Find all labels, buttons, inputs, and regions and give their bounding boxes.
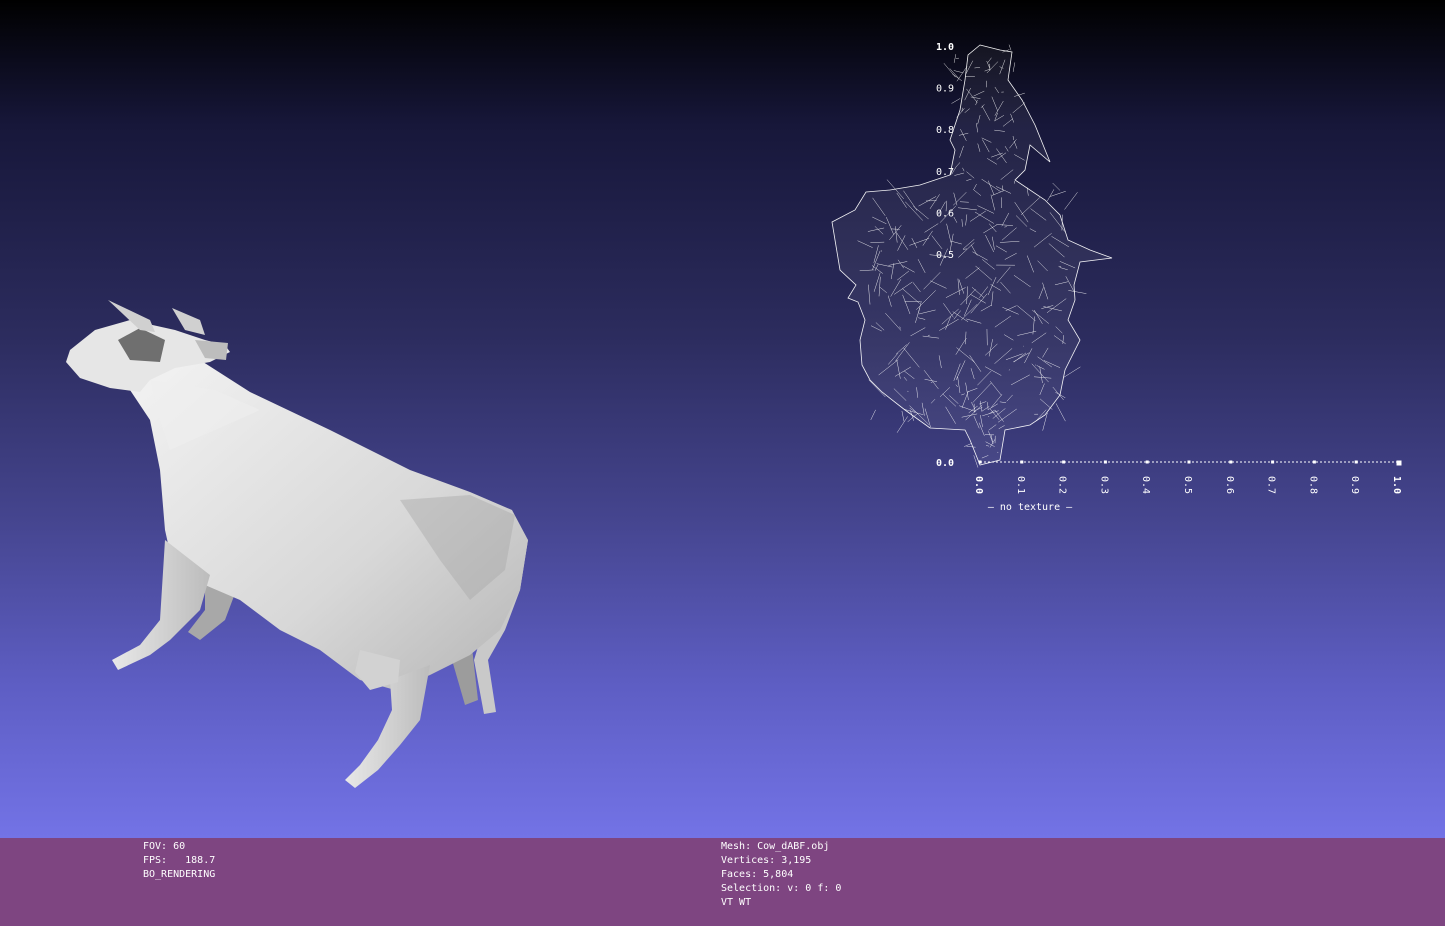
- fps-value: FPS: 188.7: [143, 855, 216, 866]
- vertex-count: Vertices: 3,195: [721, 855, 812, 866]
- 3d-viewport[interactable]: 0.0 0.1 0.2 0.3 0.4 0.5 0.6 0.7 0.8 0.9 1.0 1.0 0.9…: [0, 0, 1445, 838]
- selection-info: Selection: v: 0 f: 0: [721, 883, 842, 894]
- x-tick-mark: [1354, 460, 1358, 464]
- x-tick-label: 0.9: [1349, 476, 1360, 494]
- x-tick-label: 1.0: [1391, 476, 1402, 494]
- x-tick-label: 0.6: [1224, 476, 1235, 494]
- x-tick-label: 0.3: [1098, 476, 1109, 494]
- y-tick-label: 0.7: [936, 167, 954, 178]
- y-tick-label: 1.0: [936, 42, 954, 53]
- x-tick-mark: [978, 460, 982, 464]
- render-info-panel: FOV: 60 FPS: 188.7 BO_RENDERING: [143, 840, 215, 882]
- x-tick-mark: [1312, 460, 1316, 464]
- x-tick-mark: [1396, 460, 1402, 466]
- render-mode: BO_RENDERING: [143, 869, 216, 880]
- x-tick-label: 0.4: [1140, 476, 1151, 494]
- mesh-flags: VT WT: [721, 897, 752, 908]
- x-tick-label: 0.2: [1057, 476, 1068, 494]
- x-tick-mark: [1229, 460, 1233, 464]
- y-tick-label: 0.9: [936, 84, 954, 95]
- fov-value: FOV: 60: [143, 841, 186, 852]
- x-tick-label: 0.7: [1266, 476, 1277, 494]
- mesh-info-panel: Mesh: Cow_dABF.obj Vertices: 3,195 Faces…: [721, 840, 841, 910]
- x-tick-mark: [1145, 460, 1149, 464]
- mesh-name: Mesh: Cow_dABF.obj: [721, 841, 830, 852]
- y-tick-label: 0.6: [936, 208, 954, 219]
- x-tick-label: 0.8: [1307, 476, 1318, 494]
- x-tick-label: 0.1: [1015, 476, 1026, 494]
- x-tick-mark: [1020, 460, 1024, 464]
- uv-plot: 0.0 0.1 0.2 0.3 0.4 0.5 0.6 0.7 0.8 0.9 1.0 1.0 0.9…: [831, 42, 1402, 513]
- no-texture-label: — no texture —: [988, 502, 1073, 513]
- x-tick-mark: [1271, 460, 1275, 464]
- x-tick-label: 0.5: [1182, 476, 1193, 494]
- face-count: Faces: 5,804: [721, 869, 794, 880]
- y-tick-label: 0.5: [936, 250, 954, 261]
- uv-x-ticks: 0.0 0.1 0.2 0.3 0.4 0.5 0.6 0.7 0.8 0.9 1.0: [973, 460, 1402, 494]
- uv-wireframe-mesh: [831, 44, 1113, 466]
- y-tick-label: 0.8: [936, 125, 954, 136]
- y-tick-label: 0.0: [936, 458, 954, 469]
- x-tick-mark: [1103, 460, 1107, 464]
- x-tick-label: 0.0: [973, 476, 984, 494]
- x-tick-mark: [1187, 460, 1191, 464]
- x-tick-mark: [1062, 460, 1066, 464]
- status-info-bar: FOV: 60 FPS: 188.7 BO_RENDERING Mesh: Co…: [0, 838, 1445, 926]
